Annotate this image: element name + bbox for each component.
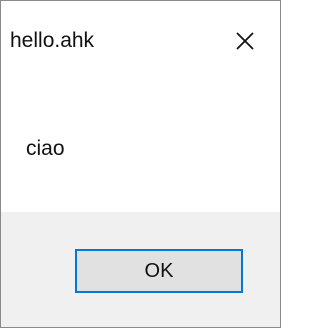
message-box-window: hello.ahk ciao OK (0, 0, 281, 328)
close-button[interactable] (227, 23, 263, 59)
close-icon (236, 32, 254, 50)
ok-button[interactable]: OK (75, 249, 243, 293)
title-bar[interactable]: hello.ahk (1, 1, 280, 81)
message-text: ciao (26, 137, 65, 160)
window-title: hello.ahk (10, 29, 95, 52)
ok-button-label: OK (144, 260, 174, 282)
button-bar: OK (1, 212, 280, 327)
message-area: ciao (1, 81, 280, 212)
